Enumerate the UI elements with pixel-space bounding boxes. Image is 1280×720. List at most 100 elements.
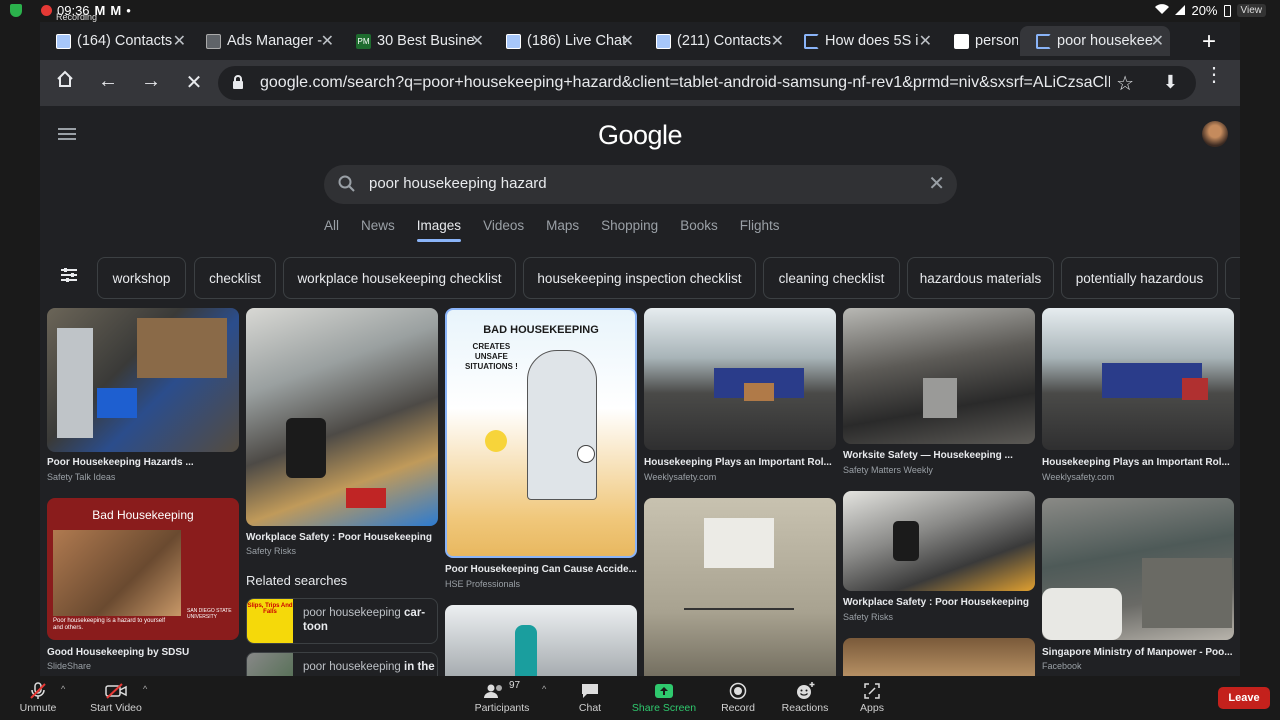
shield-icon — [10, 4, 22, 17]
download-icon[interactable]: ⬇ — [1163, 72, 1178, 93]
browser-tab[interactable]: (211) Contacts ✕ — [640, 26, 790, 56]
hamburger-menu-icon[interactable] — [58, 128, 76, 140]
box-shape — [744, 383, 774, 401]
related-search-item[interactable]: Slips, Trips And Falls poor housekeeping… — [246, 598, 438, 644]
share-screen-button[interactable]: Share Screen — [629, 680, 699, 714]
google-images-page: Google poor housekeeping hazard ✕ All Ne… — [40, 106, 1240, 676]
record-icon — [703, 680, 773, 702]
chip-workshop[interactable]: workshop — [97, 257, 186, 299]
close-tab-icon[interactable]: ✕ — [621, 31, 634, 51]
result-image-cable-mess[interactable] — [843, 308, 1035, 444]
result-caption[interactable]: Housekeeping Plays an Important Rol... — [1042, 457, 1234, 468]
result-image-cluttered-workbench[interactable] — [246, 308, 438, 526]
nav-tab-images[interactable]: Images — [416, 218, 462, 242]
home-icon[interactable] — [52, 70, 78, 94]
close-tab-icon[interactable]: ✕ — [1151, 31, 1164, 51]
audio-options-caret-icon[interactable]: ^ — [61, 684, 65, 694]
participants-button[interactable]: 97 Participants — [467, 680, 537, 714]
nav-tab-all[interactable]: All — [324, 218, 339, 233]
active-browser-tab[interactable]: poor housekee ✕ — [1020, 26, 1170, 56]
chip-hazardous-materials[interactable]: hazardous materials — [907, 257, 1054, 299]
browser-tab[interactable]: How does 5S i ✕ — [788, 26, 938, 56]
result-image-outdoor-junk[interactable] — [1042, 308, 1234, 450]
participants-options-caret-icon[interactable]: ^ — [542, 684, 546, 694]
paper-sign-shape — [704, 518, 774, 568]
ads-manager-favicon-icon — [206, 33, 221, 49]
chip-cleaning-checklist[interactable]: cleaning checklist — [763, 257, 900, 299]
back-icon[interactable]: ← — [95, 70, 121, 93]
result-caption[interactable]: Good Housekeeping by SDSU — [47, 647, 239, 658]
view-button[interactable]: View — [1236, 4, 1266, 17]
search-query[interactable]: poor housekeeping hazard — [369, 175, 547, 192]
tank-shape — [527, 350, 597, 500]
clear-search-icon[interactable]: ✕ — [928, 171, 945, 196]
result-image-outdoor-junk[interactable] — [644, 308, 836, 450]
video-options-caret-icon[interactable]: ^ — [143, 684, 147, 694]
result-image-gas-cylinders[interactable] — [445, 605, 637, 676]
signal-icon — [1175, 3, 1186, 18]
address-bar[interactable]: google.com/search?q=poor+housekeeping+ha… — [218, 66, 1196, 100]
new-tab-icon[interactable]: + — [1202, 28, 1216, 56]
chair-shape — [286, 418, 326, 478]
filter-sliders-icon[interactable] — [60, 266, 78, 284]
result-image-electrical-panel[interactable] — [644, 498, 836, 676]
search-box[interactable]: poor housekeeping hazard ✕ — [324, 165, 957, 204]
chip-more[interactable] — [1225, 257, 1240, 299]
tab-strip: (164) Contacts ✕ Ads Manager - ✕ PM 30 B… — [40, 22, 1240, 60]
result-caption[interactable]: Workplace Safety : Poor Housekeeping — [843, 597, 1035, 608]
start-video-button[interactable]: Start Video — [81, 680, 151, 714]
url-text[interactable]: google.com/search?q=poor+housekeeping+ha… — [260, 74, 1110, 92]
result-caption[interactable]: Poor Housekeeping Hazards ... — [47, 457, 239, 468]
result-image-workplace-clutter[interactable] — [843, 491, 1035, 591]
close-tab-icon[interactable]: ✕ — [321, 31, 334, 51]
search-icon[interactable] — [338, 175, 356, 198]
wires-shape — [684, 608, 794, 648]
result-source: Safety Risks — [843, 612, 894, 622]
tab-title: poor housekee — [1057, 33, 1153, 49]
result-caption[interactable]: Housekeeping Plays an Important Rol... — [644, 457, 836, 468]
nav-tab-books[interactable]: Books — [680, 218, 718, 233]
result-caption[interactable]: Singapore Ministry of Manpower - Poo... — [1042, 647, 1234, 658]
close-tab-icon[interactable]: ✕ — [771, 31, 784, 51]
result-image-bad-housekeeping-cartoon[interactable]: BAD HOUSEKEEPING CREATES UNSAFE SITUATIONS… — [445, 308, 637, 558]
google-logo[interactable]: Google — [598, 120, 683, 151]
browser-tab[interactable]: PM 30 Best Busine ✕ — [340, 26, 490, 56]
chip-checklist[interactable]: checklist — [194, 257, 276, 299]
nav-tab-videos[interactable]: Videos — [483, 218, 524, 233]
result-caption[interactable]: Poor Housekeeping Can Cause Accide... — [445, 564, 637, 575]
chip-housekeeping-inspection-checklist[interactable]: housekeeping inspection checklist — [523, 257, 756, 299]
nav-tab-flights[interactable]: Flights — [740, 218, 780, 233]
result-image-bad-housekeeping-slide[interactable]: Bad Housekeeping Poor housekeeping is a … — [47, 498, 239, 640]
chat-button[interactable]: Chat — [555, 680, 625, 714]
close-tab-icon[interactable]: ✕ — [471, 31, 484, 51]
result-caption[interactable]: Workplace Safety : Poor Housekeeping — [246, 532, 438, 543]
result-image-shelves[interactable] — [843, 638, 1035, 676]
forward-icon[interactable]: → — [138, 70, 164, 93]
chip-workplace-housekeeping-checklist[interactable]: workplace housekeeping checklist — [283, 257, 516, 299]
more-menu-icon[interactable]: ⋮ — [1204, 65, 1224, 85]
video-off-icon — [81, 680, 151, 702]
related-search-item[interactable]: poor housekeeping in the — [246, 652, 438, 676]
close-tab-icon[interactable]: ✕ — [173, 31, 186, 51]
nav-tab-shopping[interactable]: Shopping — [601, 218, 658, 233]
browser-tab[interactable]: Ads Manager - ✕ — [190, 26, 340, 56]
chip-potentially-hazardous[interactable]: potentially hazardous — [1061, 257, 1218, 299]
cylinder-shape — [515, 625, 537, 676]
leave-meeting-button[interactable]: Leave — [1218, 687, 1270, 709]
result-image-scrap-yard[interactable] — [1042, 498, 1234, 640]
nav-tab-news[interactable]: News — [361, 218, 395, 233]
result-image-garage-clutter[interactable] — [47, 308, 239, 452]
stop-loading-icon[interactable]: ✕ — [181, 70, 207, 95]
record-button[interactable]: Record — [703, 680, 773, 714]
bookmark-star-icon[interactable]: ☆ — [1116, 71, 1134, 96]
account-avatar[interactable] — [1202, 121, 1228, 147]
search-nav-tabs: All News Images Videos Maps Shopping Boo… — [324, 218, 801, 242]
browser-tab[interactable]: (164) Contacts ✕ — [40, 26, 192, 56]
result-caption[interactable]: Worksite Safety — Housekeeping ... — [843, 450, 1035, 461]
browser-tab[interactable]: (186) Live Chat ✕ — [490, 26, 640, 56]
nav-tab-maps[interactable]: Maps — [546, 218, 579, 233]
reactions-button[interactable]: Reactions — [770, 680, 840, 714]
close-tab-icon[interactable]: ✕ — [919, 31, 932, 51]
apps-button[interactable]: Apps — [837, 680, 907, 714]
browser-tab[interactable]: personal — [938, 26, 1018, 56]
